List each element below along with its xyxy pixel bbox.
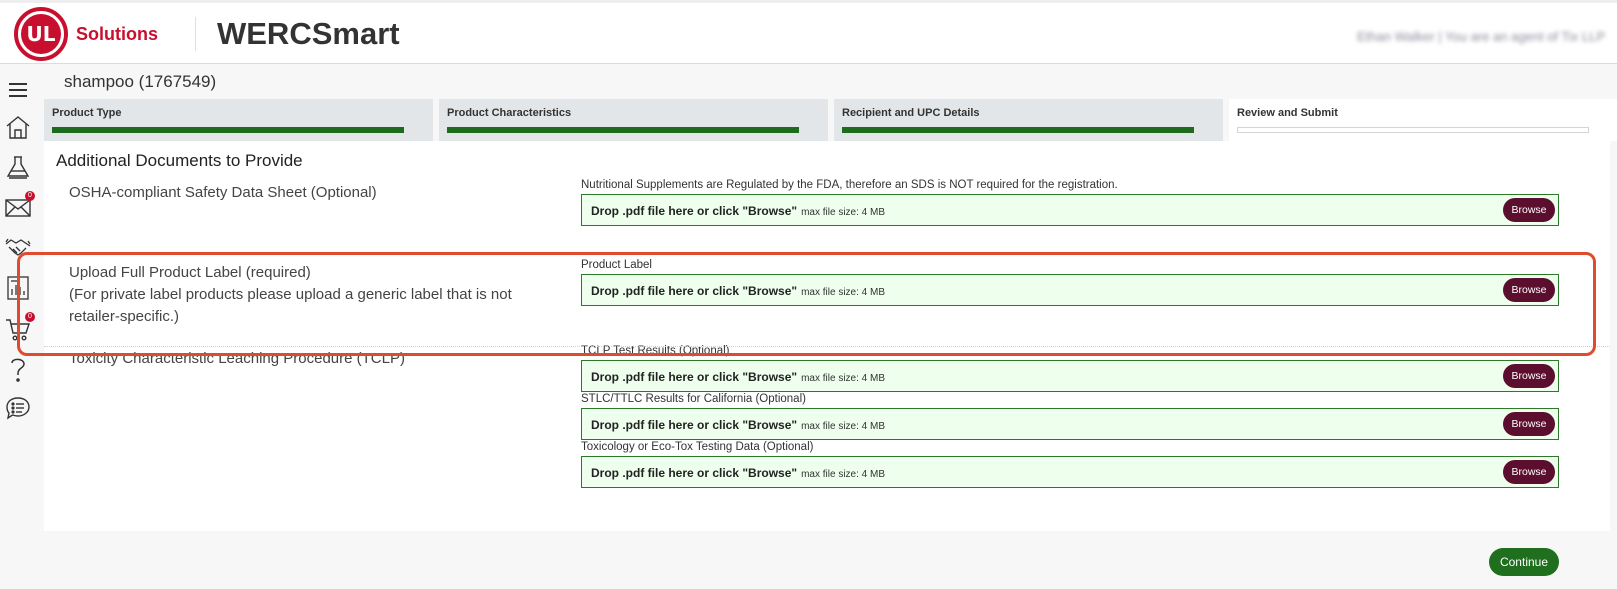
- step-progress-bar: [447, 127, 799, 133]
- menu-icon[interactable]: [4, 76, 32, 104]
- tclp-row-label: Toxicity Characteristic Leaching Procedu…: [69, 348, 405, 370]
- max-size-text: max file size: 4 MB: [801, 421, 886, 432]
- cart-badge: 0: [25, 312, 35, 322]
- drop-text: Drop .pdf file here or click "Browse" max…: [591, 284, 885, 298]
- sds-caption: Nutritional Supplements are Regulated by…: [581, 179, 1118, 191]
- flask-icon[interactable]: [4, 153, 32, 181]
- stlc-caption: STLC/TTLC Results for California (Option…: [581, 393, 806, 405]
- drop-text: Drop .pdf file here or click "Browse" max…: [591, 466, 885, 480]
- drop-instruction: Drop .pdf file here or click "Browse": [591, 418, 798, 432]
- progress-steps: Product Type Product Characteristics Rec…: [44, 99, 1617, 141]
- step-label: Product Characteristics: [447, 107, 572, 119]
- header-divider: [195, 17, 196, 51]
- drop-text: Drop .pdf file here or click "Browse" max…: [591, 204, 885, 218]
- step-review-submit[interactable]: Review and Submit: [1229, 99, 1617, 141]
- drop-instruction: Drop .pdf file here or click "Browse": [591, 370, 798, 384]
- ul-solutions-logo[interactable]: UL Solutions: [14, 7, 158, 61]
- sds-dropzone[interactable]: Drop .pdf file here or click "Browse" max…: [581, 194, 1559, 226]
- step-progress-bar: [52, 127, 404, 133]
- section-title: Additional Documents to Provide: [56, 151, 303, 170]
- documents-card: Additional Documents to Provide OSHA-com…: [44, 141, 1610, 531]
- product-label-dropzone[interactable]: Drop .pdf file here or click "Browse" max…: [581, 274, 1559, 306]
- step-product-type[interactable]: Product Type: [44, 99, 433, 141]
- browse-button[interactable]: Browse: [1503, 198, 1555, 222]
- label-line: retailer-specific.): [69, 308, 180, 325]
- ul-logo-letters: UL: [21, 14, 61, 54]
- report-icon[interactable]: [4, 274, 32, 302]
- product-label-row-label: Upload Full Product Label (required) (Fo…: [69, 262, 512, 328]
- mail-badge: 0: [25, 191, 35, 201]
- label-line: Upload Full Product Label (required): [69, 264, 311, 281]
- step-label: Review and Submit: [1237, 107, 1338, 119]
- drop-instruction: Drop .pdf file here or click "Browse": [591, 466, 798, 480]
- label-line: (For private label products please uploa…: [69, 286, 512, 303]
- handshake-icon[interactable]: [4, 234, 32, 262]
- max-size-text: max file size: 4 MB: [801, 469, 886, 480]
- product-label-caption: Product Label: [581, 259, 652, 271]
- browse-button[interactable]: Browse: [1503, 460, 1555, 484]
- app-title: WERCSmart: [217, 16, 400, 51]
- tclp-dropzone[interactable]: Drop .pdf file here or click "Browse" max…: [581, 360, 1559, 392]
- user-info[interactable]: Ethan Walker | You are an agent of Tix L…: [1357, 29, 1605, 44]
- cart-icon[interactable]: 0: [4, 312, 35, 343]
- label-line: Toxicity Characteristic Leaching Procedu…: [69, 350, 405, 367]
- max-size-text: max file size: 4 MB: [801, 287, 886, 298]
- drop-text: Drop .pdf file here or click "Browse" max…: [591, 418, 885, 432]
- toxicology-dropzone[interactable]: Drop .pdf file here or click "Browse" max…: [581, 456, 1559, 488]
- sidebar: 0 0: [0, 64, 38, 589]
- browse-button[interactable]: Browse: [1503, 412, 1555, 436]
- step-product-characteristics[interactable]: Product Characteristics: [439, 99, 828, 141]
- step-label: Product Type: [52, 107, 122, 119]
- product-title: shampoo (1767549): [64, 72, 217, 91]
- help-icon[interactable]: [4, 355, 32, 383]
- logo-text: Solutions: [76, 23, 158, 44]
- app-header: UL Solutions WERCSmart Ethan Walker | Yo…: [0, 0, 1617, 64]
- label-line: OSHA-compliant Safety Data Sheet (Option…: [69, 184, 377, 201]
- continue-button[interactable]: Continue: [1489, 548, 1559, 576]
- step-progress-bar: [842, 127, 1194, 133]
- home-icon[interactable]: [4, 113, 32, 141]
- step-recipient-upc[interactable]: Recipient and UPC Details: [834, 99, 1223, 141]
- max-size-text: max file size: 4 MB: [801, 373, 886, 384]
- step-label: Recipient and UPC Details: [842, 107, 980, 119]
- drop-instruction: Drop .pdf file here or click "Browse": [591, 204, 798, 218]
- drop-instruction: Drop .pdf file here or click "Browse": [591, 284, 798, 298]
- chat-icon[interactable]: [4, 394, 32, 422]
- ul-logo-mark: UL: [14, 7, 68, 61]
- step-progress-bar: [1237, 127, 1589, 133]
- toxicology-caption: Toxicology or Eco-Tox Testing Data (Opti…: [581, 441, 814, 453]
- drop-text: Drop .pdf file here or click "Browse" max…: [591, 370, 885, 384]
- row-divider: [44, 346, 1610, 347]
- mail-icon[interactable]: 0: [4, 191, 35, 222]
- stlc-dropzone[interactable]: Drop .pdf file here or click "Browse" max…: [581, 408, 1559, 440]
- sds-row-label: OSHA-compliant Safety Data Sheet (Option…: [69, 182, 377, 204]
- browse-button[interactable]: Browse: [1503, 278, 1555, 302]
- browse-button[interactable]: Browse: [1503, 364, 1555, 388]
- max-size-text: max file size: 4 MB: [801, 207, 886, 218]
